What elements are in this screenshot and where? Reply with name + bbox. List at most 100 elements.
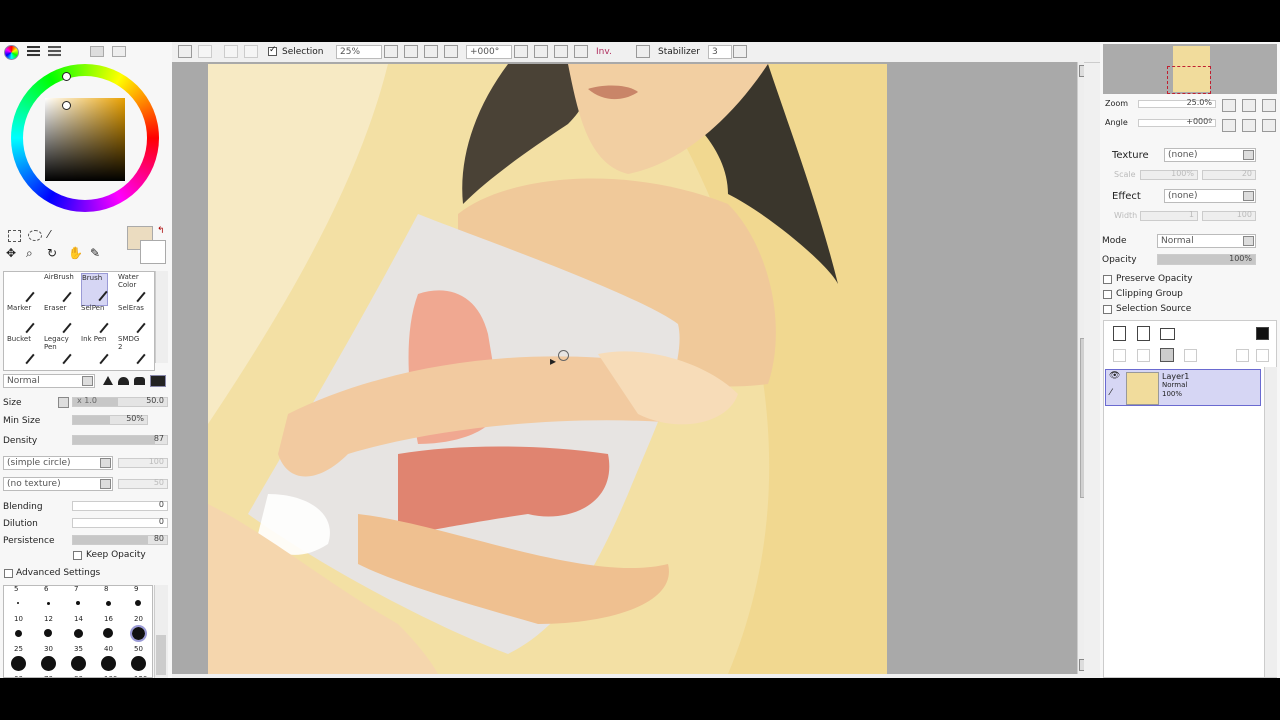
new-linework-layer-icon[interactable] (1137, 326, 1150, 341)
hand-icon[interactable]: ✋ (68, 246, 83, 260)
brush-texture-select[interactable]: (no texture) (3, 477, 113, 491)
zoom-icon[interactable]: ⌕ (26, 246, 33, 261)
eyedropper-icon[interactable]: ✎ (90, 246, 100, 260)
swap-colors-icon[interactable]: ↰ (157, 226, 165, 236)
tool-button[interactable]: Bucket (7, 335, 35, 368)
color-wheel-mode-icon[interactable] (4, 45, 19, 60)
texture-scale-slider[interactable]: 100% (1140, 169, 1198, 180)
sv-marker[interactable] (62, 101, 71, 110)
brush-size-dot[interactable] (100, 655, 116, 671)
brush-shape-dome-icon[interactable] (134, 377, 145, 385)
navigator-preview[interactable] (1103, 44, 1277, 94)
rotate-reset-icon[interactable] (554, 45, 568, 58)
rotate-icon[interactable]: ↻ (47, 246, 57, 260)
new-layer-icon[interactable] (1113, 326, 1126, 341)
advanced-settings-checkbox[interactable] (4, 569, 13, 578)
undo-icon[interactable] (224, 45, 238, 58)
tool-button[interactable]: Eraser (44, 304, 72, 337)
brush-size-dot[interactable] (130, 655, 146, 671)
layer-merge-icon[interactable] (1137, 349, 1150, 362)
keep-opacity-checkbox[interactable] (73, 551, 82, 560)
brush-size-dot[interactable] (73, 628, 83, 638)
zoom-reset-icon[interactable] (424, 45, 438, 58)
nav-zoom-out-icon[interactable] (1222, 99, 1236, 112)
stabilizer-combo[interactable]: 3 (708, 45, 732, 59)
nav-rotate-reset-icon[interactable] (1262, 119, 1276, 132)
brush-size-dot[interactable] (10, 655, 26, 671)
brush-shape-strength[interactable]: 100 (118, 457, 168, 468)
brush-size-dot[interactable] (129, 624, 147, 642)
nav-angle-slider[interactable]: +000º (1138, 117, 1216, 127)
tool-button[interactable]: Ink Pen (81, 335, 109, 368)
flip-icon[interactable] (574, 45, 588, 58)
tool-button[interactable]: Brush (81, 273, 108, 306)
min-size-slider[interactable]: 50% (72, 414, 148, 425)
lasso-icon[interactable] (28, 230, 42, 241)
secondary-color-swatch[interactable] (140, 240, 166, 264)
size-link-icon[interactable] (58, 397, 69, 408)
blending-slider[interactable]: 0 (72, 500, 168, 511)
swatches-mode-icon[interactable] (90, 46, 104, 57)
brush-size-dot[interactable] (40, 655, 56, 671)
brush-size-dot[interactable] (14, 629, 22, 637)
scroll-up-icon[interactable] (1079, 65, 1084, 77)
rotate-left-icon[interactable] (514, 45, 528, 58)
tool-button[interactable]: Water Color (118, 273, 146, 306)
hsv-slider-mode-icon[interactable] (48, 46, 61, 57)
preserve-opacity-checkbox[interactable] (1103, 275, 1112, 284)
selection-checkbox[interactable]: ✓ (268, 45, 277, 56)
brush-texture-strength[interactable]: 50 (118, 478, 168, 489)
zoom-out-icon[interactable] (384, 45, 398, 58)
brush-size-dot[interactable] (103, 628, 113, 638)
rotate-right-icon[interactable] (534, 45, 548, 58)
canvas-area[interactable]: ▸ (172, 62, 1084, 674)
tool-button[interactable]: SMDG 2 (118, 335, 146, 368)
brush-size-dot[interactable] (46, 601, 50, 605)
tool-button[interactable]: Legacy Pen (44, 335, 72, 368)
layer-delete-icon[interactable] (1236, 349, 1249, 362)
brush-shape-triangle-icon[interactable] (103, 376, 113, 385)
layer-clear-icon[interactable] (1184, 349, 1197, 362)
artwork-canvas[interactable]: ▸ (208, 64, 887, 674)
layer-row-layer1[interactable]: 👁 ⁄ Layer1 Normal 100% (1105, 369, 1261, 406)
nav-rotate-left-icon[interactable] (1222, 119, 1236, 132)
dilution-slider[interactable]: 0 (72, 517, 168, 528)
persistence-slider[interactable]: 80 (72, 534, 168, 545)
brush-blend-mode-select[interactable]: Normal (3, 374, 95, 388)
tool-button[interactable]: Marker (7, 304, 35, 337)
redo-icon[interactable] (244, 45, 258, 58)
density-slider[interactable]: 87 (72, 434, 168, 445)
selection-rect-icon[interactable] (8, 230, 21, 242)
hue-marker[interactable] (62, 72, 71, 81)
scroll-thumb[interactable] (1080, 338, 1084, 498)
brush-lock-icon[interactable]: ⁄ (1110, 388, 1112, 398)
selection-source-checkbox[interactable] (1103, 305, 1112, 314)
nav-zoom-reset-icon[interactable] (1262, 99, 1276, 112)
angle-combo[interactable]: +000° (466, 45, 512, 59)
effect-select[interactable]: (none) (1164, 189, 1256, 203)
layer-delete-all-icon[interactable] (1256, 349, 1269, 362)
stabilizer-icon[interactable] (636, 45, 650, 58)
clipping-group-checkbox[interactable] (1103, 290, 1112, 299)
brush-shape-flat-icon[interactable] (150, 375, 166, 387)
saturation-value-square[interactable] (45, 98, 125, 181)
magic-wand-icon[interactable]: ⁄ (48, 228, 50, 241)
effect-strength-slider[interactable]: 100 (1202, 210, 1256, 221)
zoom-in-icon[interactable] (404, 45, 418, 58)
nav-zoom-slider[interactable]: 25.0% (1138, 98, 1216, 108)
move-icon[interactable]: ✥ (6, 246, 16, 260)
brush-size-dot[interactable] (135, 600, 141, 606)
brush-size-dot[interactable] (44, 629, 52, 637)
tool-button[interactable] (7, 273, 35, 306)
brush-size-dot[interactable] (76, 601, 80, 605)
effect-width-slider[interactable]: 1 (1140, 210, 1198, 221)
eye-icon[interactable]: 👁 (1109, 371, 1120, 381)
stabilizer-dropdown-icon[interactable] (733, 45, 747, 58)
canvas-vertical-scrollbar[interactable] (1077, 62, 1084, 674)
layer-mode-select[interactable]: Normal (1157, 234, 1256, 248)
layer-transfer-icon[interactable] (1113, 349, 1126, 362)
invert-button[interactable]: Inv. (596, 47, 612, 57)
brush-shape-mound-icon[interactable] (118, 377, 129, 385)
navigator-view-rect[interactable] (1167, 66, 1211, 94)
deselect-icon[interactable] (178, 45, 192, 58)
